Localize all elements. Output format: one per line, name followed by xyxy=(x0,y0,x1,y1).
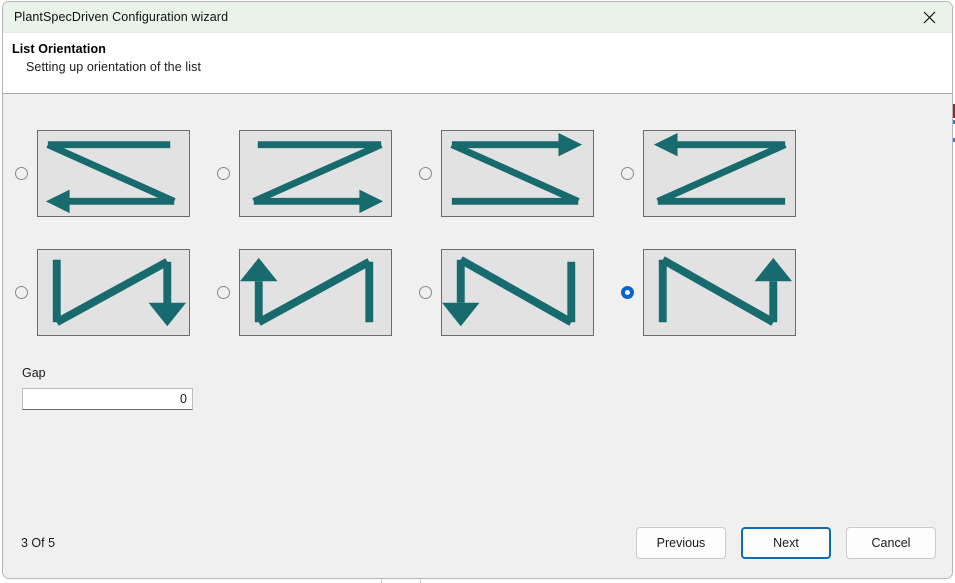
orientation-thumb-2[interactable] xyxy=(441,130,594,217)
orientation-thumb-3[interactable] xyxy=(643,130,796,217)
orientation-thumb-0[interactable] xyxy=(37,130,190,217)
orientation-thumb-1[interactable] xyxy=(239,130,392,217)
page-title: List Orientation xyxy=(12,42,106,56)
n-shape-left-down-diagonal-up-right-arrow-down-icon xyxy=(52,258,187,327)
orientation-option-6[interactable] xyxy=(419,249,594,336)
orientation-radio-5[interactable] xyxy=(217,286,230,299)
next-button[interactable]: Next xyxy=(741,527,831,559)
orientation-radio-2[interactable] xyxy=(419,167,432,180)
orientation-row-vertical xyxy=(15,249,796,336)
orientation-option-3[interactable] xyxy=(621,130,796,217)
gap-field-group: Gap xyxy=(22,366,193,410)
close-button[interactable] xyxy=(907,3,952,32)
page-indicator: 3 Of 5 xyxy=(21,536,56,550)
orientation-radio-4[interactable] xyxy=(15,286,28,299)
z-shape-top-line-diagonal-down-left-bottom-arrow-right-icon xyxy=(252,141,384,214)
n-shape-left-arrow-down-diagonal-down-right-up-icon xyxy=(442,256,576,327)
wizard-footer: 3 Of 5 Previous Next Cancel xyxy=(3,514,952,578)
orientation-option-1[interactable] xyxy=(217,130,392,217)
orientation-thumb-4[interactable] xyxy=(37,249,190,336)
wizard-header: List Orientation Setting up orientation … xyxy=(3,33,952,94)
orientation-radio-3[interactable] xyxy=(621,167,634,180)
z-shape-top-line-diagonal-down-right-bottom-arrow-left-icon xyxy=(45,141,176,214)
orientation-thumb-6[interactable] xyxy=(441,249,594,336)
orientation-option-5[interactable] xyxy=(217,249,392,336)
page-subtitle: Setting up orientation of the list xyxy=(26,60,202,74)
orientation-radio-7[interactable] xyxy=(621,286,634,299)
gap-label: Gap xyxy=(22,366,46,380)
gap-input[interactable] xyxy=(22,388,193,410)
wizard-button-row: Previous Next Cancel xyxy=(636,527,936,559)
z-shape-top-arrow-right-diagonal-down-right-bottom-line-icon xyxy=(450,132,583,205)
orientation-radio-0[interactable] xyxy=(15,167,28,180)
close-icon xyxy=(923,11,936,23)
orientation-option-0[interactable] xyxy=(15,130,190,217)
orientation-row-horizontal xyxy=(15,130,796,217)
orientation-radio-1[interactable] xyxy=(217,167,230,180)
orientation-option-7[interactable] xyxy=(621,249,796,336)
orientation-option-4[interactable] xyxy=(15,249,190,336)
previous-button[interactable]: Previous xyxy=(636,527,726,559)
orientation-option-2[interactable] xyxy=(419,130,594,217)
n-shape-left-arrow-up-diagonal-up-right-line-icon xyxy=(240,257,374,326)
window-title: PlantSpecDriven Configuration wizard xyxy=(14,10,229,24)
z-shape-top-arrow-left-diagonal-down-left-bottom-line-icon xyxy=(653,132,787,205)
cancel-button[interactable]: Cancel xyxy=(846,527,936,559)
wizard-dialog: PlantSpecDriven Configuration wizard Lis… xyxy=(2,1,953,579)
orientation-radio-6[interactable] xyxy=(419,286,432,299)
orientation-option-grid xyxy=(15,130,796,336)
orientation-thumb-5[interactable] xyxy=(239,249,392,336)
title-bar: PlantSpecDriven Configuration wizard xyxy=(3,2,952,33)
orientation-thumb-7[interactable] xyxy=(643,249,796,336)
wizard-body: Gap 3 Of 5 Previous Next Cancel xyxy=(3,94,952,578)
n-shape-left-line-diagonal-down-right-arrow-up-icon xyxy=(658,256,793,326)
